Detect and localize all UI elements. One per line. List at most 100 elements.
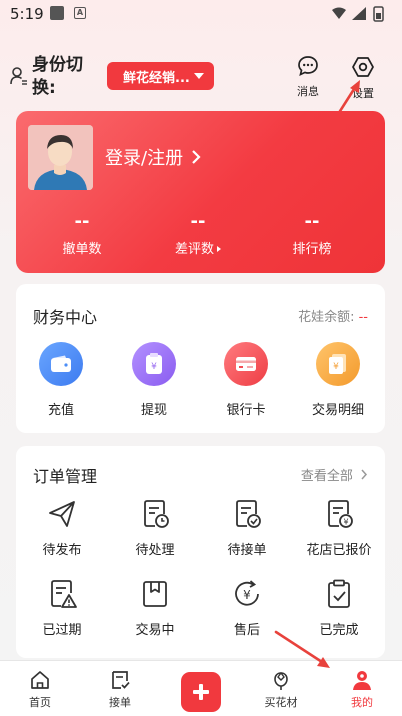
caret-down-icon	[194, 73, 204, 79]
role-switch-label: 身份切换:	[32, 55, 83, 98]
avatar[interactable]	[28, 125, 93, 190]
order-completed[interactable]: 已完成	[294, 578, 384, 638]
clipboard-check-icon	[328, 579, 350, 608]
login-register-label: 登录/注册	[105, 148, 184, 169]
profile-card: 登录/注册 -- 撤单数 -- 差评数 -- 排行榜	[16, 111, 385, 273]
svg-text:¥: ¥	[151, 362, 157, 372]
stat-label: 排行榜	[292, 242, 332, 257]
order-in-progress[interactable]: 交易中	[110, 578, 200, 638]
receipt-icon: ¥	[316, 342, 360, 386]
quoted-doc-icon: ¥	[328, 500, 353, 528]
home-icon	[31, 671, 49, 689]
message-button[interactable]: 消息	[291, 55, 325, 99]
box-icon	[143, 581, 167, 607]
finance-title: 财务中心	[33, 308, 98, 327]
order-label: 待处理	[135, 543, 175, 558]
order-label: 已过期	[42, 623, 82, 638]
status-icons	[332, 6, 384, 22]
role-select-value: 鲜花经销...	[123, 70, 190, 86]
svg-text:¥: ¥	[343, 518, 348, 527]
refund-icon: ¥	[235, 580, 259, 606]
settings-hexagon-icon	[352, 57, 374, 77]
pending-doc-icon	[144, 500, 169, 528]
orders-title: 订单管理	[33, 467, 98, 486]
bank-card-icon	[224, 342, 268, 386]
bank-card-button[interactable]: 银行卡	[206, 342, 286, 418]
publish-plus-button[interactable]	[181, 672, 221, 712]
status-time: 5:19	[10, 5, 44, 23]
switch-role-icon[interactable]	[10, 66, 28, 86]
order-after-sales[interactable]: ¥ 售后	[202, 578, 292, 638]
signal-icon	[352, 7, 366, 20]
stat-bad-reviews[interactable]: -- 差评数	[148, 211, 248, 257]
bottom-tab-bar: 首页 接单 买花材 我的	[0, 660, 402, 716]
login-register-link[interactable]: 登录/注册	[105, 144, 201, 170]
transaction-details-label: 交易明细	[311, 403, 364, 418]
tab-label: 买花材	[264, 696, 298, 709]
status-bar: 5:19 A	[0, 0, 402, 30]
chevron-right-icon	[192, 150, 201, 164]
stat-label-wrap: 差评数	[148, 238, 248, 257]
stat-value: --	[190, 211, 206, 232]
stat-value: --	[304, 211, 320, 232]
order-label: 花店已报价	[306, 543, 372, 558]
message-label: 消息	[297, 85, 319, 98]
a-notification-icon: A	[74, 7, 86, 19]
expired-doc-icon	[51, 580, 77, 608]
flower-icon	[274, 671, 288, 690]
order-label: 交易中	[135, 623, 175, 638]
order-pending[interactable]: 待处理	[110, 498, 200, 558]
tab-take-order[interactable]: 接单	[90, 669, 150, 710]
stat-label: 撤单数	[62, 242, 102, 257]
order-to-accept[interactable]: 待接单	[202, 498, 292, 558]
tab-label: 我的	[351, 696, 373, 709]
stat-label: 差评数	[174, 242, 214, 257]
svg-text:¥: ¥	[243, 588, 251, 602]
settings-button[interactable]: 设置	[346, 55, 380, 101]
withdraw-button[interactable]: ¥ 提现	[114, 342, 194, 418]
order-label: 待发布	[42, 543, 82, 558]
tab-mine[interactable]: 我的	[332, 669, 392, 710]
wifi-icon	[332, 7, 346, 19]
order-label: 待接单	[227, 543, 267, 558]
role-select[interactable]: 鲜花经销...	[107, 62, 214, 90]
order-label: 售后	[233, 623, 260, 638]
balance-label: 花娃余额:	[298, 310, 355, 325]
stat-value: --	[74, 211, 90, 232]
stat-ranking[interactable]: -- 排行榜	[262, 211, 362, 257]
view-all-label: 查看全部	[300, 469, 353, 484]
order-management-card: 订单管理 查看全部 待发布 待处理 待接单 ¥ 花店已报价 已过期 交易中 ¥ …	[16, 446, 385, 658]
take-order-icon	[112, 671, 130, 689]
profile-icon	[353, 671, 371, 690]
tab-label: 首页	[29, 696, 51, 709]
tab-label: 接单	[109, 696, 131, 709]
bank-card-label: 银行卡	[226, 403, 266, 418]
svg-text:¥: ¥	[333, 362, 339, 372]
default-avatar-icon	[28, 125, 93, 190]
plus-icon	[193, 684, 209, 700]
message-icon	[298, 56, 318, 77]
withdraw-label: 提现	[140, 403, 167, 418]
balance-display: 花娃余额: --	[298, 306, 368, 325]
chevron-right-icon	[361, 469, 368, 480]
finance-center-card: 财务中心 花娃余额: -- 充值 ¥ 提现 银行卡 ¥ 交易明细	[16, 284, 385, 433]
order-label: 已完成	[319, 623, 359, 638]
triangle-right-icon	[217, 246, 221, 252]
stat-cancellations[interactable]: -- 撤单数	[32, 211, 132, 257]
tab-home[interactable]: 首页	[10, 669, 70, 710]
order-quoted[interactable]: ¥ 花店已报价	[294, 498, 384, 558]
app-notification-icon	[50, 6, 64, 20]
order-to-publish[interactable]: 待发布	[17, 498, 107, 558]
balance-value: --	[358, 310, 368, 325]
wallet-icon	[39, 342, 83, 386]
recharge-button[interactable]: 充值	[21, 342, 101, 418]
view-all-link[interactable]: 查看全部	[301, 465, 368, 484]
yuan-card-icon: ¥	[132, 342, 176, 386]
accept-doc-icon	[236, 500, 261, 528]
recharge-label: 充值	[47, 403, 74, 418]
order-expired[interactable]: 已过期	[17, 578, 107, 638]
tab-buy-flowers[interactable]: 买花材	[251, 669, 311, 710]
send-icon	[49, 501, 75, 527]
transaction-details-button[interactable]: ¥ 交易明细	[298, 342, 378, 418]
settings-label: 设置	[352, 87, 374, 100]
